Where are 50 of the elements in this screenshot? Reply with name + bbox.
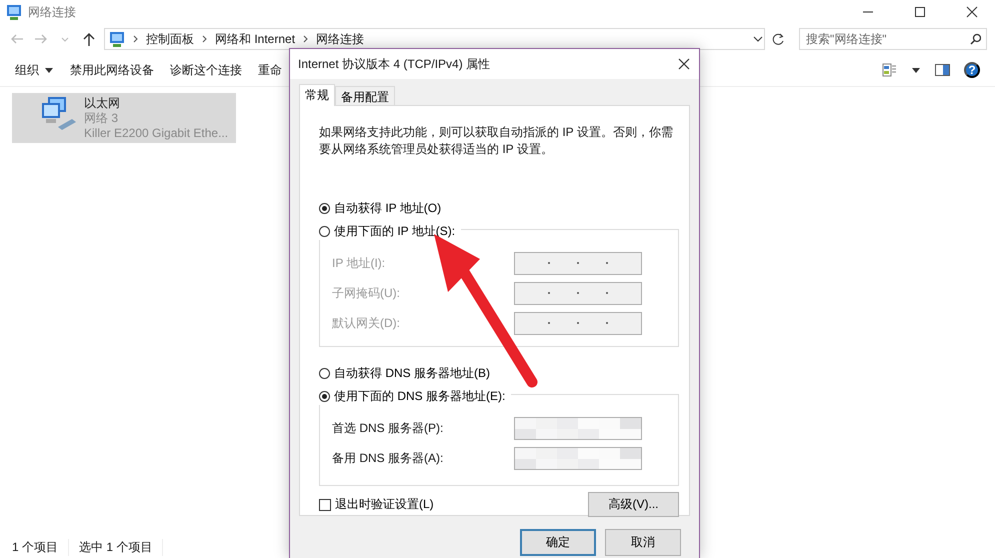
caret-icon	[44, 66, 54, 74]
view-options-icon[interactable]	[882, 63, 897, 77]
refresh-icon[interactable]	[771, 32, 785, 46]
breadcrumb-item[interactable]: 控制面板	[146, 30, 194, 48]
field-label: 子网掩码(U):	[332, 284, 401, 302]
network-item[interactable]: 以太网 网络 3 Killer E2200 Gigabit Ethe...	[12, 93, 236, 143]
field-label: 备用 DNS 服务器(A):	[332, 450, 444, 466]
network-icon	[6, 4, 22, 20]
item-adapter: Killer E2200 Gigabit Ethe...	[84, 126, 228, 141]
search-icon	[969, 33, 981, 45]
maximize-icon	[912, 6, 928, 18]
chevron-icon	[202, 35, 207, 43]
advanced-button[interactable]: 高级(V)...	[588, 492, 679, 517]
caret-icon[interactable]	[911, 66, 921, 74]
status-text: 1 个项目	[12, 538, 70, 556]
preview-pane-icon[interactable]	[935, 64, 950, 76]
field-label: 首选 DNS 服务器(P):	[332, 420, 444, 436]
toolbar-button[interactable]: 禁用此网络设备	[70, 62, 154, 78]
dialog-button[interactable]: 确定	[520, 529, 596, 556]
close-icon	[964, 6, 980, 18]
radio-option[interactable]: 使用下面的 IP 地址(S):	[319, 223, 462, 240]
radio-option[interactable]: 自动获得 IP 地址(O)	[319, 200, 679, 217]
item-name: 以太网	[84, 96, 121, 111]
toolbar-button[interactable]: 组织	[15, 62, 54, 78]
item-network: 网络 3	[84, 111, 120, 126]
radio-option[interactable]: 自动获得 DNS 服务器地址(B)	[319, 365, 679, 382]
toolbar-button[interactable]: 诊断这个连接	[170, 62, 242, 78]
help-button[interactable]: ?	[964, 62, 980, 78]
recent-icon	[61, 36, 69, 42]
network-icon	[109, 31, 125, 47]
breadcrumb-item[interactable]: 网络连接	[316, 30, 364, 48]
status-text: 选中 1 个项目	[79, 538, 164, 556]
tab[interactable]: 备用配置	[335, 86, 395, 105]
window-title: 网络连接	[28, 4, 76, 20]
breadcrumb-item[interactable]: 网络和 Internet	[215, 30, 296, 48]
chevron-icon	[133, 35, 138, 43]
checkbox[interactable]: 退出时验证设置(L)	[319, 496, 434, 513]
tab[interactable]: 常规	[299, 84, 335, 106]
close-icon	[678, 58, 690, 70]
radio-option[interactable]: 使用下面的 DNS 服务器地址(E):	[319, 388, 512, 405]
chevron-icon	[303, 35, 308, 43]
dialog-title: Internet 协议版本 4 (TCP/IPv4) 属性	[298, 56, 490, 72]
toolbar-button[interactable]: 重命	[258, 62, 282, 78]
up-icon	[81, 31, 97, 47]
field-label: 默认网关(D):	[332, 314, 401, 332]
network-adapter-icon	[40, 95, 78, 133]
dialog-button[interactable]: 取消	[605, 529, 681, 556]
field-label: IP 地址(I):	[332, 254, 386, 272]
search-field[interactable]: 搜索"网络连接"	[799, 28, 987, 50]
description-text: 如果网络支持此功能，则可以获取自动指派的 IP 设置。否则，你需要从网络系统管理员处获得适当的 IP 设置。	[319, 124, 674, 158]
